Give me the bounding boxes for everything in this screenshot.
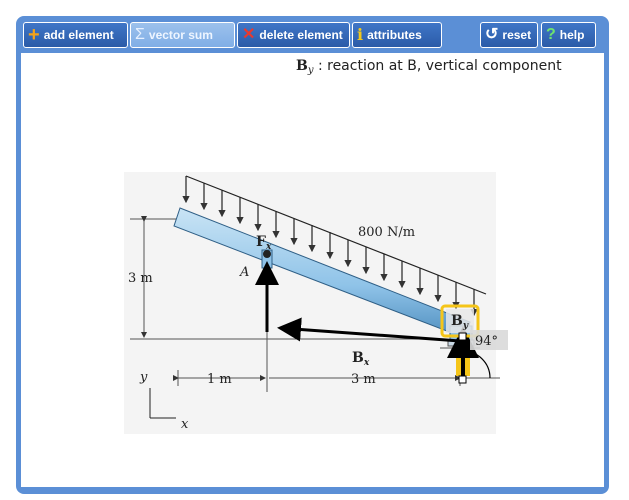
dim-3m: 3 m — [351, 372, 376, 387]
label-f-sub: x — [265, 242, 272, 252]
load-label: 800 N/m — [358, 225, 415, 240]
dim-height: 3 m — [128, 271, 153, 286]
angle-readout: 94° — [475, 334, 498, 349]
dim-1m: 1 m — [207, 372, 232, 387]
label-a: A — [239, 265, 249, 280]
arrow-head-handle[interactable] — [458, 332, 467, 341]
label-f-main: F — [256, 234, 266, 250]
beam-diagram[interactable]: 3 m 1 m 3 m 800 N/m A Fx Bx By 94° y x — [0, 0, 629, 500]
label-by-sub: y — [462, 321, 469, 331]
axis-x-label: x — [181, 417, 189, 432]
label-bx-sub: x — [363, 358, 370, 368]
arrow-tail-handle[interactable] — [458, 375, 467, 384]
axis-y-label: y — [139, 370, 148, 385]
label-bx-main: B — [352, 350, 364, 366]
label-by-main: B — [451, 313, 463, 329]
